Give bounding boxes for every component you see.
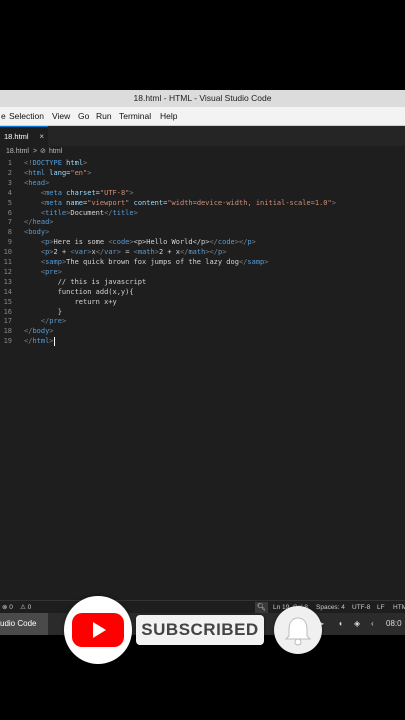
line-code: }	[24, 307, 62, 316]
line-number: 3	[7, 178, 12, 187]
menu-edit[interactable]: e	[1, 107, 6, 125]
line-number: 5	[7, 198, 12, 207]
line-number: 17	[3, 317, 12, 326]
line-number: 10	[3, 248, 12, 257]
menu-help[interactable]: Help	[160, 107, 177, 125]
editor-tabs: 18.html ×	[0, 126, 405, 146]
menu-terminal[interactable]: Terminal	[119, 107, 151, 125]
line-number: 7	[7, 218, 12, 227]
line-number: 11	[3, 258, 12, 266]
menu-selection[interactable]: Selection	[9, 107, 44, 125]
line-code: </html>	[24, 336, 55, 346]
line-number: 13	[3, 277, 12, 286]
tab-18-html[interactable]: 18.html ×	[0, 126, 48, 146]
line-number: 4	[7, 188, 12, 197]
line-code: <meta name="viewport" content="width=dev…	[40, 198, 336, 207]
line-code: </pre>	[40, 317, 67, 326]
line-number: 18	[3, 327, 12, 336]
line-code: // this is javascript	[24, 277, 147, 286]
breadcrumb-file[interactable]: 18.html	[6, 146, 29, 158]
line-code: <html lang="en">	[24, 168, 92, 177]
line-code: <title>Document</title>	[40, 208, 138, 217]
line-code: <!DOCTYPE html>	[24, 159, 88, 167]
menu-bar: e Selection View Go Run Terminal Help	[0, 107, 405, 126]
menu-go[interactable]: Go	[78, 107, 89, 125]
line-code: <body>	[24, 228, 50, 237]
menu-view[interactable]: View	[52, 107, 70, 125]
line-code: </body>	[24, 327, 54, 336]
line-code: <pre>	[40, 267, 62, 276]
youtube-logo-icon	[64, 596, 132, 664]
line-number: 9	[7, 238, 12, 247]
symbol-icon: ⊘	[40, 148, 46, 155]
text-cursor	[53, 336, 55, 346]
line-number: 19	[3, 337, 12, 346]
line-number: 14	[3, 287, 12, 296]
line-code: <samp>The quick brown fox jumps of the l…	[40, 258, 269, 266]
subscribed-button[interactable]: SUBSCRIBED	[136, 615, 264, 645]
line-number: 15	[3, 297, 12, 306]
breadcrumb: 18.html > ⊘ html	[0, 146, 405, 158]
tab-label: 18.html	[4, 132, 29, 141]
code-editor[interactable]: 1 <!DOCTYPE html> 2 <html lang="en"> 3 <head>…	[0, 158, 405, 598]
vscode-window: 18.html - HTML - Visual Studio Code e Se…	[0, 90, 405, 635]
window-title: 18.html - HTML - Visual Studio Code	[0, 90, 405, 107]
line-code: <meta charset="UTF-8">	[40, 188, 134, 197]
line-number: 1	[7, 159, 12, 167]
line-number: 2	[7, 168, 12, 177]
line-code: <p>Here is some <code><p>Hello World</p>…	[40, 238, 256, 247]
line-code: <p>2 + <var>x</var> = <math>2 + x</math>…	[40, 248, 227, 257]
line-number: 6	[7, 208, 12, 217]
bell-icon[interactable]	[274, 606, 322, 654]
line-code: function add(x,y){	[24, 287, 134, 296]
menu-run[interactable]: Run	[96, 107, 112, 125]
line-code: <head>	[24, 178, 50, 187]
chevron-right-icon: >	[33, 148, 38, 155]
breadcrumb-symbol[interactable]: html	[49, 146, 62, 158]
line-number: 8	[7, 228, 12, 237]
line-number: 12	[3, 267, 12, 276]
line-code: </head>	[24, 218, 54, 227]
close-icon[interactable]: ×	[39, 127, 44, 147]
line-code: return x+y	[24, 297, 117, 306]
subscribe-overlay: SUBSCRIBED	[0, 590, 405, 670]
line-number: 16	[3, 307, 12, 316]
